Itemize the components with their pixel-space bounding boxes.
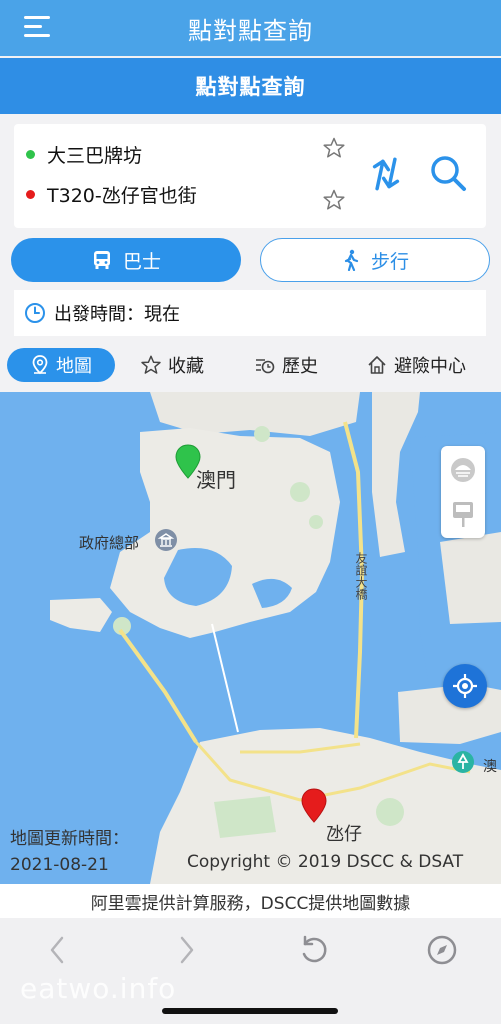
swap-icon[interactable] [366,151,406,197]
map-label-bridge: 友誼大橋 [354,552,368,600]
home-indicator[interactable] [162,1008,338,1014]
destination-pin-icon[interactable] [300,788,328,824]
map-layer-controls [441,446,485,538]
star-icon [141,355,161,374]
back-arrow-icon[interactable] [40,932,76,968]
favorite-destination-star-icon[interactable] [322,188,346,212]
map-update-label: 地圖更新時間： [10,829,129,849]
map-update-date: 2021-08-21 [10,855,109,875]
section-header: 點對點查詢 [0,58,501,114]
government-building-icon [155,529,177,551]
clock-icon [25,303,45,323]
bus-mode-button[interactable]: 巴士 [11,238,241,282]
origin-text: 大三巴牌坊 [47,144,143,167]
tab-bar: 地圖 收藏 歷史 避險中心 [0,344,501,388]
watermark: eatwo.info [20,972,177,1005]
map-label-government: 政府總部 [79,534,140,552]
map-copyright: Copyright © 2019 DSCC & DSAT [187,852,464,872]
map-pin-icon [32,355,48,375]
bus-icon [93,251,110,269]
app-root: 點對點查詢 點對點查詢 大三巴牌坊 T320-氹仔官也街 巴士 步行 出發時間：… [0,0,501,1024]
departure-time-label: 出發時間：現在 [54,304,180,325]
search-icon[interactable] [428,153,468,193]
shelter-layer-icon[interactable] [449,456,477,484]
walk-icon [344,249,359,271]
destination-dot-icon [26,189,35,199]
map-update-info: 地圖更新時間： 2021-08-21 [10,826,129,878]
origin-dot-icon [26,149,35,159]
compass-icon[interactable] [424,932,460,968]
tab-map-label: 地圖 [56,356,92,377]
walk-mode-label: 步行 [370,250,409,273]
shelter-icon [368,356,386,374]
tab-shelter-label: 避險中心 [394,356,466,377]
forward-arrow-icon[interactable] [168,932,204,968]
map-label-macau: 澳門 [196,468,236,492]
tab-favorites[interactable]: 收藏 [140,348,204,382]
walk-mode-button[interactable]: 步行 [260,238,490,282]
browser-toolbar: eatwo.info [0,918,501,1024]
tab-favorites-label: 收藏 [168,356,204,377]
origin-field[interactable]: 大三巴牌坊 [26,136,142,172]
tab-history[interactable]: 歷史 [254,348,318,382]
page-title: 點對點查詢 [188,16,313,45]
top-bar: 點對點查詢 [0,0,501,56]
crosshair-icon [453,674,477,698]
destination-text: T320-氹仔官也街 [47,184,197,207]
map-view[interactable]: 澳門 政府總部 友誼大橋 氹仔 澳 地圖更新時間： 2021-08-21 Cop… [0,392,501,884]
tab-history-label: 歷史 [282,356,318,377]
bus-stop-layer-icon[interactable] [449,500,477,528]
destination-field[interactable]: T320-氹仔官也街 [26,176,197,212]
service-credit: 阿里雲提供計算服務，DSCC提供地圖數據 [0,884,501,918]
map-label-edge: 澳 [483,759,497,775]
tab-map[interactable]: 地圖 [7,348,115,382]
transit-station-icon [452,751,474,773]
favorite-origin-star-icon[interactable] [322,136,346,160]
departure-time-row[interactable]: 出發時間：現在 [14,290,486,336]
menu-icon[interactable] [24,14,52,40]
section-title: 點對點查詢 [195,75,306,99]
map-base [0,392,501,884]
bus-mode-label: 巴士 [122,250,161,273]
locate-me-button[interactable] [443,664,487,708]
map-label-taipa: 氹仔 [326,824,362,845]
route-card: 大三巴牌坊 T320-氹仔官也街 [14,124,486,228]
tab-shelter[interactable]: 避險中心 [366,348,466,382]
history-icon [256,359,275,374]
reload-icon[interactable] [296,932,332,968]
